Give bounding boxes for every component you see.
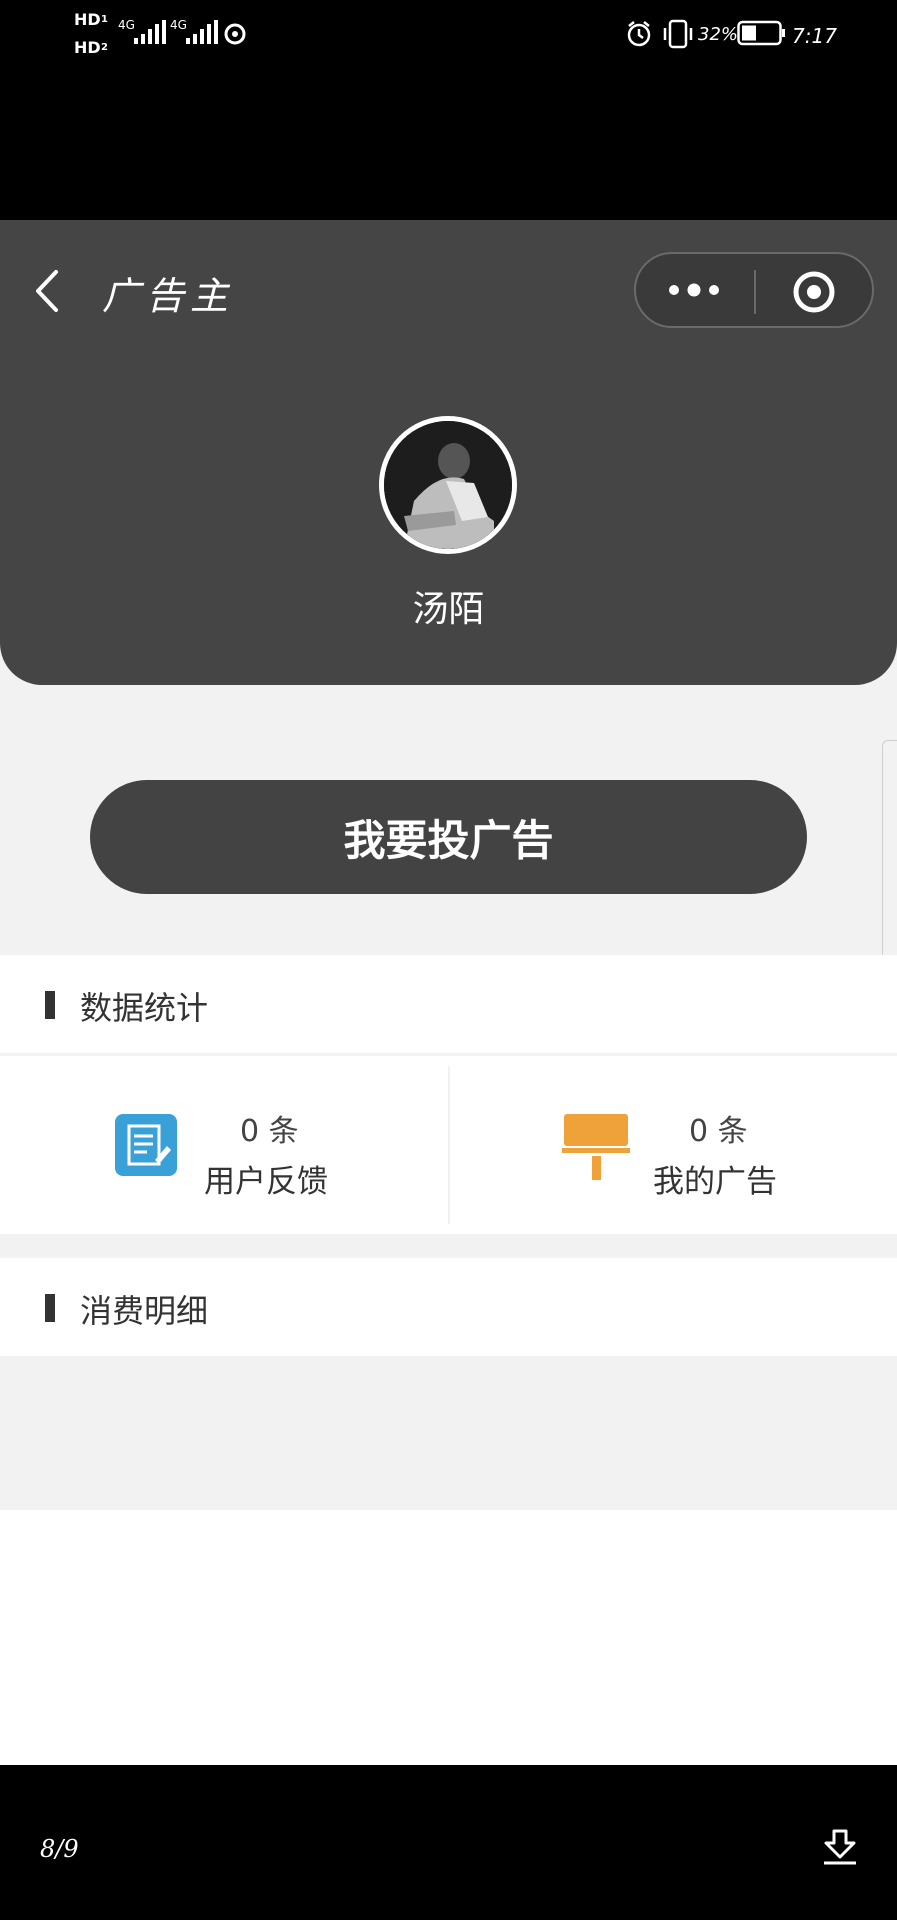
feedback-label: 用户反馈: [204, 1164, 328, 1200]
capsule-divider: [754, 270, 756, 314]
feedback-count: 0 条: [240, 1114, 299, 1149]
sim2-hd-label: HD: [74, 38, 101, 57]
sim1-index: 1: [101, 14, 108, 25]
download-icon[interactable]: [820, 1827, 860, 1867]
battery-percent: 32%: [698, 24, 739, 45]
status-bar: HD 1 HD 2 4G 4G 32% 7:17: [0, 0, 897, 220]
page-title: 广告主: [102, 274, 235, 318]
sim2-index: 2: [101, 42, 108, 53]
sim1-hd-label: HD: [74, 10, 101, 29]
avatar-photo: [384, 421, 512, 549]
my-ads-label: 我的广告: [653, 1164, 777, 1200]
vibrate-icon: [663, 19, 693, 49]
spending-section-header: 消费明细: [0, 1258, 897, 1356]
ad-brush-icon: [562, 1114, 630, 1180]
section-marker: [45, 991, 55, 1019]
sync-icon: [224, 23, 246, 45]
username: 汤陌: [412, 589, 485, 630]
more-dots-icon[interactable]: [666, 278, 722, 302]
capsule-menu: [634, 252, 874, 328]
mini-program-page: 广告主 汤陌 我要投广告 数据统计 0 条 用户反馈 0 条 我的广告 消费明细: [0, 220, 897, 1765]
network2-label: 4G: [170, 18, 187, 32]
stat-user-feedback[interactable]: 0 条 用户反馈: [0, 1056, 448, 1234]
avatar[interactable]: [379, 416, 517, 554]
stats-section-title: 数据统计: [80, 989, 209, 1027]
section-marker: [45, 1294, 55, 1322]
signal1-icon: [134, 20, 166, 44]
signal2-icon: [186, 20, 218, 44]
target-close-icon[interactable]: [792, 270, 836, 314]
battery-icon: [737, 20, 785, 46]
stat-my-ads[interactable]: 0 条 我的广告: [449, 1056, 897, 1234]
back-arrow-icon[interactable]: [30, 268, 64, 314]
stats-section-header: 数据统计: [0, 955, 897, 1053]
network1-label: 4G: [118, 18, 135, 32]
post-ad-button[interactable]: 我要投广告: [90, 780, 807, 894]
empty-content-area: [0, 1510, 897, 1765]
alarm-icon: [627, 21, 651, 47]
stats-row: 0 条 用户反馈 0 条 我的广告: [0, 1056, 897, 1234]
status-time: 7:17: [792, 24, 837, 48]
my-ads-count: 0 条: [689, 1114, 748, 1149]
profile-header: 广告主 汤陌: [0, 220, 897, 685]
spending-section-title: 消费明细: [80, 1292, 209, 1330]
image-viewer-bar: 8/9: [0, 1765, 897, 1920]
feedback-note-icon: [115, 1114, 177, 1176]
page-counter: 8/9: [40, 1835, 79, 1863]
